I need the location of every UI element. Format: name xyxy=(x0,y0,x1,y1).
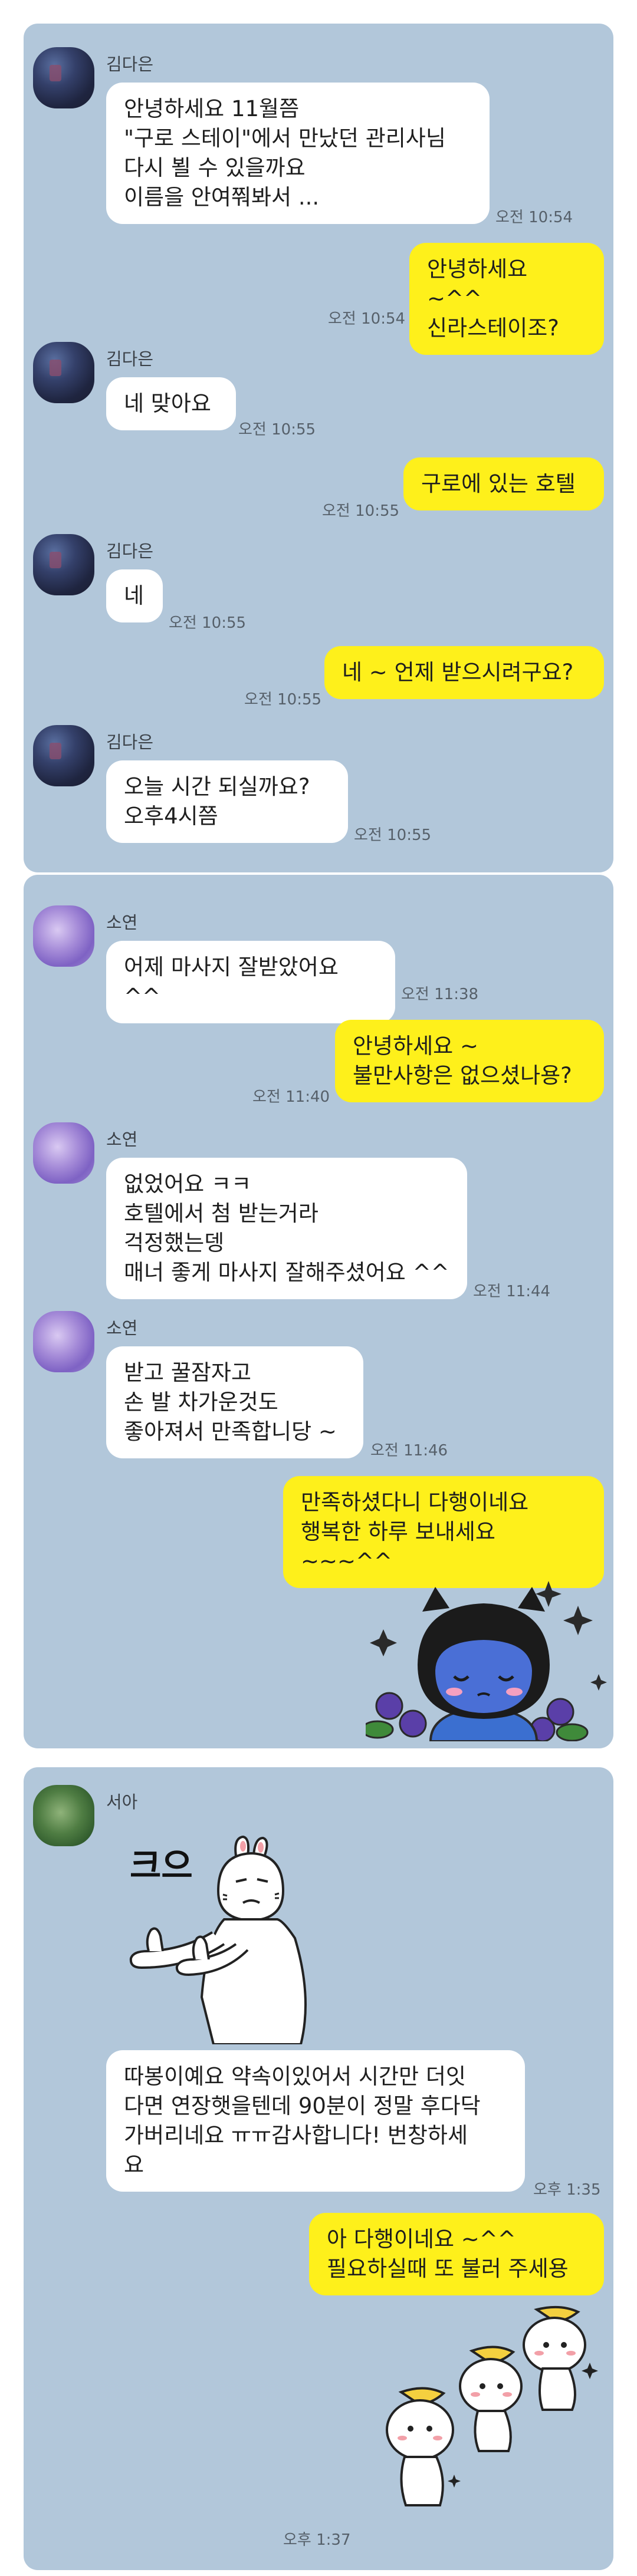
avatar[interactable] xyxy=(33,1122,94,1184)
message-bubble[interactable]: 안녕하세요 ~ 불만사항은 없으셨나용? xyxy=(335,1020,604,1102)
message-time: 오전 11:44 xyxy=(473,1283,551,1300)
message-time: 오후 1:37 xyxy=(283,2531,351,2549)
sender-name: 김다은 xyxy=(106,349,154,369)
message-time: 오전 10:55 xyxy=(322,502,400,520)
avatar[interactable] xyxy=(33,1785,94,1846)
message-time: 오전 10:54 xyxy=(328,310,406,328)
message-bubble[interactable]: 네 ~ 언제 받으시려구요? xyxy=(324,646,604,699)
message-time: 오전 11:38 xyxy=(401,986,479,1003)
message-bubble[interactable]: 없었어요 ㅋㅋ 호텔에서 첨 받는거라 걱정했는뎅 매너 좋게 마사지 잘해주셨… xyxy=(106,1158,467,1299)
avatar[interactable] xyxy=(33,47,94,108)
message-bubble[interactable]: 오늘 시간 되실까요? 오후4시쯤 xyxy=(106,760,348,843)
sender-name: 소연 xyxy=(106,913,138,933)
message-bubble[interactable]: 네 xyxy=(106,569,163,622)
message-time: 오전 10:55 xyxy=(244,691,322,709)
crying-character-sticker-icon[interactable] xyxy=(366,1570,613,1741)
chat-panel-2: 소연 어제 마사지 잘받았어요 ^^ 오전 11:38 안녕하세요 ~ 불만사항… xyxy=(24,875,613,1748)
message-time: 오전 10:55 xyxy=(169,614,247,632)
sender-name: 소연 xyxy=(106,1318,138,1338)
sender-name: 서아 xyxy=(106,1792,138,1812)
message-time: 오전 10:55 xyxy=(238,421,316,439)
chat-panel-1: 김다은 안녕하세요 11월쯤 "구로 스테이"에서 만났던 관리사님 다시 뵐 … xyxy=(24,24,613,872)
message-time: 오전 10:54 xyxy=(495,209,573,226)
message-bubble[interactable]: 구로에 있는 호텔 xyxy=(403,457,604,510)
message-bubble[interactable]: 네 맞아요 xyxy=(106,377,236,430)
message-bubble[interactable]: 따봉이예요 약속이있어서 시간만 더잇 다면 연장햇을텐데 90분이 정말 후다… xyxy=(106,2050,525,2192)
avatar[interactable] xyxy=(33,905,94,967)
avatar[interactable] xyxy=(33,725,94,786)
message-bubble[interactable]: 안녕하세요 ~^^ 신라스테이조? xyxy=(409,243,604,355)
message-bubble[interactable]: 받고 꿀잠자고 손 발 차가운것도 좋아져서 만족합니당 ~ xyxy=(106,1346,363,1458)
bunny-group-sticker-icon[interactable] xyxy=(366,2298,613,2510)
sender-name: 김다은 xyxy=(106,541,154,561)
message-time: 오후 1:35 xyxy=(533,2181,601,2199)
thumbs-up-sticker[interactable]: 크으 xyxy=(106,1820,389,2044)
sender-name: 김다은 xyxy=(106,54,154,74)
message-time: 오전 11:40 xyxy=(252,1088,330,1106)
thumbs-up-character-icon xyxy=(129,1835,307,2044)
message-bubble[interactable]: 안녕하세요 11월쯤 "구로 스테이"에서 만났던 관리사님 다시 뵐 수 있을… xyxy=(106,83,490,224)
avatar[interactable] xyxy=(33,1311,94,1372)
avatar[interactable] xyxy=(33,534,94,595)
message-time: 오전 10:55 xyxy=(354,826,432,844)
avatar[interactable] xyxy=(33,342,94,403)
message-time: 오전 11:46 xyxy=(370,1442,448,1460)
message-bubble[interactable]: 아 다행이네요 ~^^ 필요하실때 또 불러 주세용 xyxy=(309,2213,604,2295)
sender-name: 소연 xyxy=(106,1129,138,1149)
chat-panel-3: 서아 크으 따봉이예요 약속이있어서 시간만 더잇 다면 연장햇을텐데 90분이 xyxy=(24,1767,613,2570)
message-bubble[interactable]: 어제 마사지 잘받았어요 ^^ xyxy=(106,941,395,1023)
sender-name: 김다은 xyxy=(106,732,154,752)
